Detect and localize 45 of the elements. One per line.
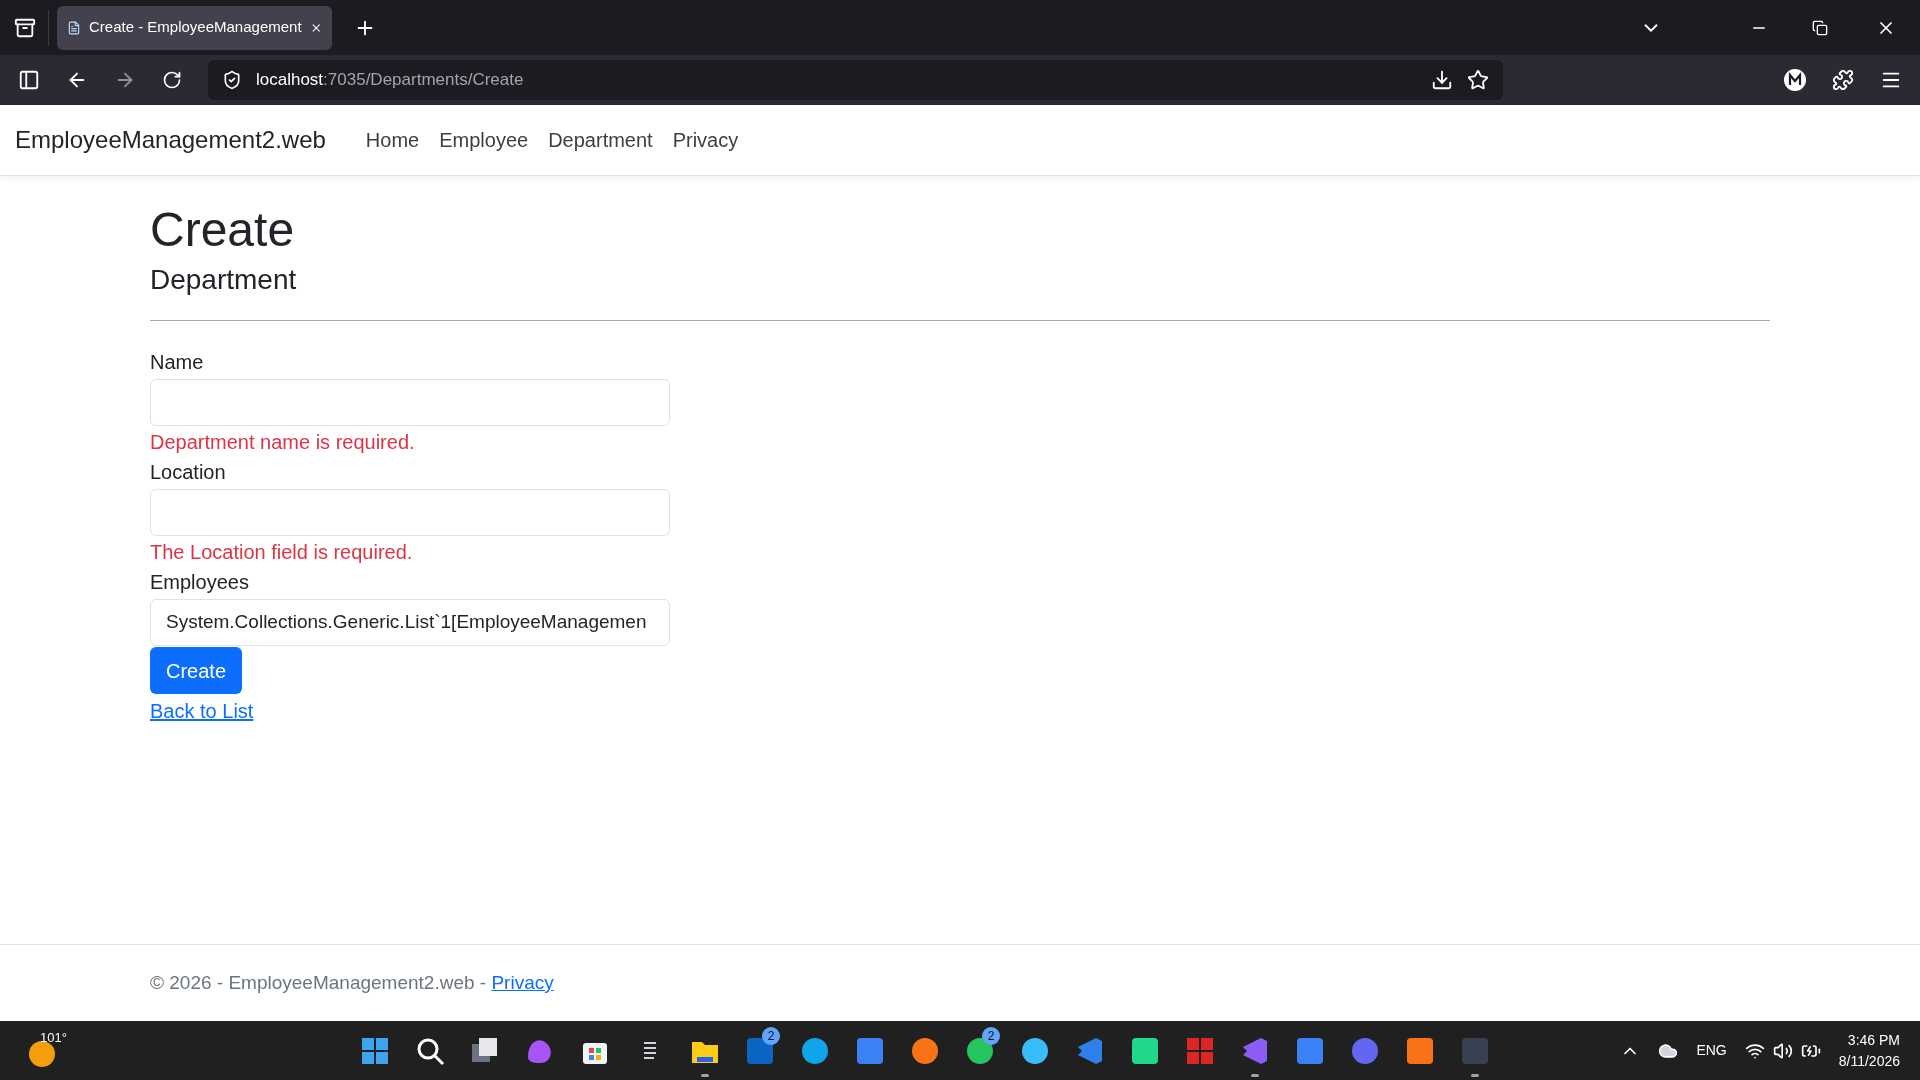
reload-icon[interactable] xyxy=(162,70,182,90)
privacy-link[interactable]: Privacy xyxy=(491,968,554,998)
field-label: Employees xyxy=(150,570,250,596)
footer-text: © 2026 - EmployeeManagement2.web - xyxy=(150,970,488,995)
site-brand[interactable]: EmployeeManagement2.web xyxy=(15,122,326,158)
field-label: Name xyxy=(150,350,205,376)
account-icon[interactable] xyxy=(1784,69,1806,91)
text-field[interactable] xyxy=(150,489,670,537)
text-field[interactable]: System.Collections.Generic.List`1[EmployeeManagemen xyxy=(150,599,670,647)
restore-icon[interactable] xyxy=(1812,19,1828,36)
notification-badge: 2 xyxy=(762,1026,781,1045)
page-title: Create xyxy=(150,202,296,258)
nav-link[interactable]: Privacy xyxy=(662,125,749,155)
address-bar[interactable]: localhost:7035/Departments/Create xyxy=(208,60,1503,100)
running-indicator xyxy=(701,1073,710,1077)
bookmark-star-icon[interactable] xyxy=(1467,69,1489,91)
extensions-icon[interactable] xyxy=(1832,69,1854,91)
tab-overview-icon[interactable] xyxy=(14,16,36,39)
text-field[interactable] xyxy=(150,379,670,427)
back-to-list-link[interactable]: Back to List xyxy=(150,696,254,727)
notification-badge: 2 xyxy=(982,1026,1001,1045)
tab-title: Create - EmployeeManagement xyxy=(88,17,302,38)
temperature-text: 101° xyxy=(40,1028,67,1047)
volume-icon[interactable] xyxy=(1772,1040,1793,1061)
url-text: localhost:7035/Departments/Create xyxy=(256,69,525,92)
browser-tab[interactable]: Create - EmployeeManagement xyxy=(57,5,332,50)
language-indicator[interactable]: ENG xyxy=(1696,1040,1727,1061)
validation-error: The Location field is required. xyxy=(150,540,414,566)
page-subtitle: Department xyxy=(150,262,298,297)
taskbar-app-button[interactable]: 2 xyxy=(736,1022,785,1079)
field-label: Location xyxy=(150,460,227,486)
validation-error: Department name is required. xyxy=(150,430,416,456)
create-button[interactable]: Create xyxy=(150,647,243,695)
weather-widget[interactable]: 101° xyxy=(20,1025,80,1076)
nav-link[interactable]: Home xyxy=(355,125,430,155)
sidebar-icon[interactable] xyxy=(18,69,40,91)
clock-date[interactable]: 8/11/2026 xyxy=(1838,1050,1900,1072)
nav-link[interactable]: Employee xyxy=(429,125,539,155)
taskbar-app-button[interactable]: 2 xyxy=(956,1022,1005,1079)
download-icon[interactable] xyxy=(1431,69,1453,91)
shield-icon xyxy=(222,70,242,90)
clock-time[interactable]: 3:46 PM xyxy=(1847,1029,1900,1051)
running-indicator xyxy=(1251,1073,1260,1077)
nav-link[interactable]: Department xyxy=(538,125,663,155)
running-indicator xyxy=(1471,1073,1480,1077)
